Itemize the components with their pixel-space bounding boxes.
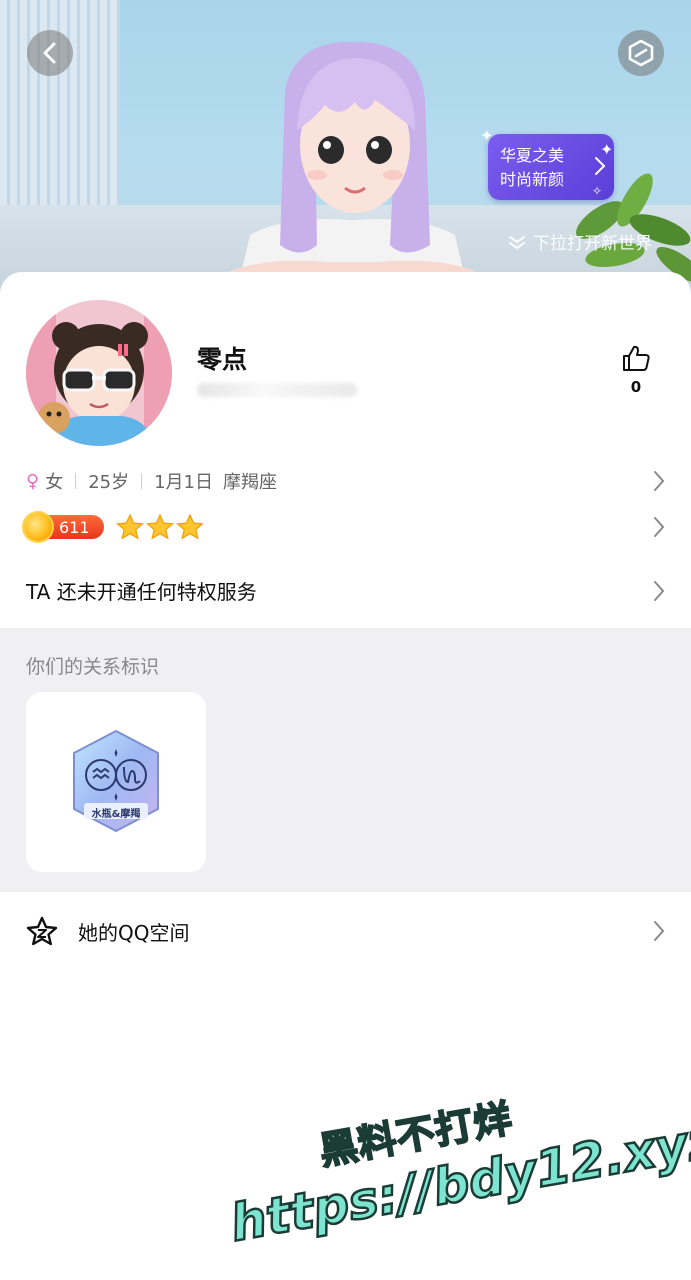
promo-line-1: 华夏之美 xyxy=(500,146,565,165)
zodiac-text: 摩羯座 xyxy=(223,472,277,493)
age-text: 25岁 xyxy=(88,472,130,493)
qzone-star-icon xyxy=(26,916,58,946)
relationship-title: 你们的关系标识 xyxy=(26,656,160,678)
qzone-label: 她的QQ空间 xyxy=(78,920,190,945)
pull-down-hint[interactable]: 下拉打开新世界 xyxy=(507,229,652,254)
chevron-right-icon xyxy=(654,517,665,537)
qzone-row[interactable]: 她的QQ空间 xyxy=(26,915,666,947)
relationship-badge-label: 水瓶&摩羯 xyxy=(91,809,141,820)
sparkle-icon: ✧ xyxy=(592,184,603,198)
star-icon xyxy=(176,514,204,540)
level-row[interactable]: 611 xyxy=(24,512,666,542)
level-badge: 611 xyxy=(24,513,104,541)
back-button[interactable] xyxy=(27,30,73,76)
chevron-right-icon xyxy=(654,921,665,941)
privilege-row[interactable]: TA 还未开通任何特权服务 xyxy=(26,576,666,606)
basic-info-row[interactable]: ♀ 女 25岁 1月1日 摩羯座 xyxy=(26,467,666,495)
thumbs-up-icon xyxy=(623,345,650,371)
chevron-left-icon xyxy=(43,42,56,64)
avatar-cube-button[interactable] xyxy=(618,30,664,76)
like-count: 0 xyxy=(630,378,642,396)
hexagon-cube-icon xyxy=(628,39,654,67)
chevron-right-icon xyxy=(654,471,665,491)
birthday-text: 1月1日 xyxy=(154,472,213,493)
privilege-text: TA 还未开通任何特权服务 xyxy=(26,580,257,604)
star-icon xyxy=(146,514,174,540)
zodiac-relationship-badge-icon xyxy=(73,730,159,832)
butterfly-icon: ✦ xyxy=(600,140,614,159)
female-icon: ♀ xyxy=(26,470,40,492)
3d-avatar-character xyxy=(205,41,500,300)
hero-banner: 华夏之美 时尚新颜 ✦ ✦ ✧ 下拉打开新世界 xyxy=(0,0,691,300)
pull-hint-text: 下拉打开新世界 xyxy=(533,234,652,254)
divider xyxy=(141,473,143,489)
level-stars xyxy=(116,514,204,540)
promo-line-2: 时尚新颜 xyxy=(500,170,565,189)
chevron-right-icon xyxy=(595,157,606,175)
cartoon-avatar-image xyxy=(26,300,172,446)
gender-text: 女 xyxy=(45,472,64,493)
like-button[interactable]: 0 xyxy=(616,344,656,396)
profile-avatar[interactable] xyxy=(26,300,172,446)
level-value: 611 xyxy=(59,517,90,537)
blurred-account-id xyxy=(197,383,357,397)
divider xyxy=(75,473,77,489)
nickname: 零点 xyxy=(197,345,248,374)
star-icon xyxy=(116,514,144,540)
double-chevron-down-icon xyxy=(509,235,525,249)
sun-level-icon xyxy=(24,513,52,541)
relationship-badge-card[interactable] xyxy=(26,692,206,872)
butterfly-icon: ✦ xyxy=(480,126,494,145)
chevron-right-icon xyxy=(654,581,665,601)
